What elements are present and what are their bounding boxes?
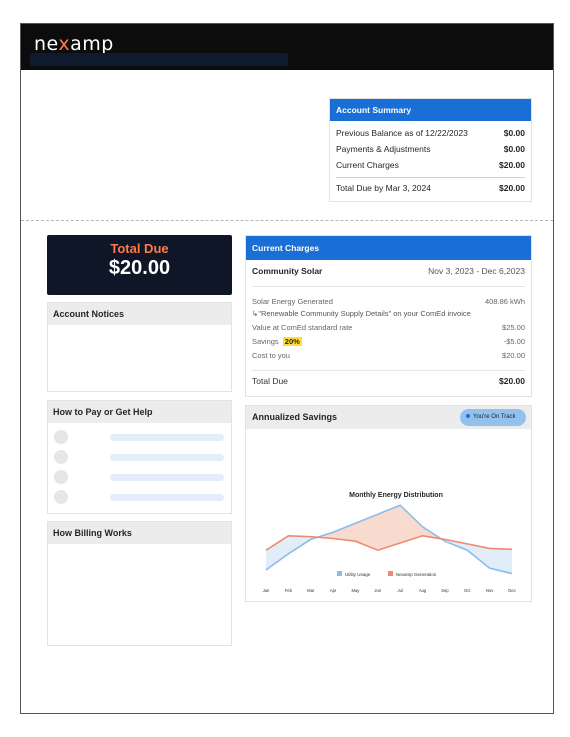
section-divider: [21, 220, 553, 221]
summary-row-label: Previous Balance as of 12/22/2023: [336, 128, 468, 138]
generated-value: 408.86 kWh: [484, 296, 525, 306]
total-due-amount: $20.00: [108, 257, 171, 279]
current-charges-card: Current Charges Community Solar Nov 3, 2…: [245, 235, 532, 397]
total-due-card: Total Due $20.00: [47, 235, 232, 295]
chart-title: Monthly Energy Distribution: [349, 492, 443, 499]
placeholder-line: [110, 474, 224, 481]
savings-percent-badge: 20%: [282, 336, 302, 346]
x-tick-label: Mar: [307, 588, 315, 593]
savings-label: Savings: [252, 336, 279, 346]
cost-amount: $20.00: [502, 350, 525, 360]
summary-row: Previous Balance as of 12/22/2023 $0.00: [330, 125, 531, 141]
x-tick-label: Jun: [374, 588, 381, 593]
legend-nexamp-label: Nexamp Generation: [396, 572, 437, 577]
annualized-savings-header: Annualized Savings You're On Track: [246, 406, 531, 429]
bill-header: nexamp: [21, 24, 553, 70]
x-tick-label: May: [351, 588, 360, 593]
summary-row-label: Payments & Adjustments: [336, 144, 431, 154]
charges-divider: [252, 286, 525, 287]
status-dot-icon: [466, 414, 470, 419]
legend-utility-label: Utility Usage: [345, 572, 371, 577]
placeholder-line: [110, 494, 224, 501]
generated-label: Solar Energy Generated: [252, 296, 333, 306]
how-to-pay-panel: How to Pay or Get Help: [47, 400, 232, 514]
x-tick-label: Aug: [419, 588, 427, 593]
on-track-status-text: You're On Track: [473, 414, 516, 420]
x-tick-label: Nov: [486, 588, 494, 593]
value-label: Value at ComEd standard rate: [252, 322, 353, 332]
charge-item-row: Community Solar Nov 3, 2023 - Dec 6,2023: [246, 266, 531, 276]
x-tick-label: Sep: [441, 588, 449, 593]
chart-fill-segment: [355, 514, 378, 551]
summary-total-row: Total Due by Mar 3, 2024 $20.00: [330, 178, 531, 198]
summary-row-label: Current Charges: [336, 160, 399, 170]
help-item-placeholder: [48, 447, 231, 467]
placeholder-line: [110, 454, 224, 461]
summary-row-amount: $0.00: [503, 144, 525, 154]
savings-label-group: Savings 20%: [252, 336, 302, 346]
placeholder-line: [110, 434, 224, 441]
how-to-pay-title: How to Pay or Get Help: [48, 401, 231, 423]
summary-row-amount: $0.00: [503, 128, 525, 138]
x-tick-label: Dec: [508, 588, 515, 593]
summary-row: Payments & Adjustments $0.00: [330, 141, 531, 157]
legend-utility-swatch: [337, 571, 342, 576]
redacted-header-bar: [30, 53, 288, 66]
placeholder-circle: [54, 430, 68, 444]
chart-fill-segment: [266, 535, 289, 570]
summary-total-label: Total Due by Mar 3, 2024: [336, 183, 431, 193]
x-tick-label: Jan: [263, 588, 270, 593]
cost-row: Cost to you $20.00: [246, 349, 531, 361]
invoice-note-text: ↳"Renewable Community Supply Details" on…: [252, 308, 471, 318]
charge-item-name: Community Solar: [252, 266, 323, 276]
account-summary-title: Account Summary: [330, 99, 531, 121]
x-tick-label: Oct: [464, 588, 471, 593]
summary-row: Current Charges $20.00: [330, 157, 531, 173]
value-amount: $25.00: [502, 322, 525, 332]
how-billing-works-title: How Billing Works: [48, 522, 231, 544]
legend-nexamp-swatch: [388, 571, 393, 576]
monthly-energy-chart: Monthly Energy Distribution Utility Usage…: [263, 492, 516, 593]
invoice-note: ↳"Renewable Community Supply Details" on…: [246, 307, 531, 319]
summary-row-amount: $20.00: [499, 160, 525, 170]
account-notices-panel: Account Notices: [47, 302, 232, 392]
x-tick-label: Jul: [398, 588, 403, 593]
help-item-placeholder: [48, 467, 231, 487]
savings-amount: -$5.00: [503, 336, 525, 346]
on-track-status-badge: You're On Track: [460, 409, 526, 426]
x-tick-label: Apr: [330, 588, 337, 593]
placeholder-circle: [54, 470, 68, 484]
total-due-label: Total Due: [110, 241, 169, 256]
value-row: Value at ComEd standard rate $25.00: [246, 321, 531, 333]
charges-total-label: Total Due: [252, 376, 288, 386]
account-summary-card: Account Summary Previous Balance as of 1…: [329, 98, 532, 202]
help-item-placeholder: [48, 427, 231, 447]
placeholder-circle: [54, 450, 68, 464]
placeholder-circle: [54, 490, 68, 504]
x-tick-label: Feb: [285, 588, 293, 593]
how-billing-works-panel: How Billing Works: [47, 521, 232, 646]
savings-row: Savings 20% -$5.00: [246, 335, 531, 347]
cost-label: Cost to you: [252, 350, 290, 360]
help-item-placeholder: [48, 487, 231, 507]
current-charges-title: Current Charges: [246, 236, 531, 260]
nexamp-logo: nexamp: [34, 33, 114, 55]
account-notices-title: Account Notices: [48, 303, 231, 325]
annualized-savings-card: Annualized Savings You're On Track Month…: [245, 405, 532, 602]
charges-total-row: Total Due $20.00: [252, 370, 525, 386]
generated-row: Solar Energy Generated 408.86 kWh: [246, 295, 531, 307]
annualized-savings-title: Annualized Savings: [252, 412, 338, 422]
summary-total-amount: $20.00: [499, 183, 525, 193]
charges-total-amount: $20.00: [499, 376, 525, 386]
bill-document: nexamp Account Summary Previous Balance …: [20, 23, 554, 714]
billing-period: Nov 3, 2023 - Dec 6,2023: [428, 266, 525, 276]
